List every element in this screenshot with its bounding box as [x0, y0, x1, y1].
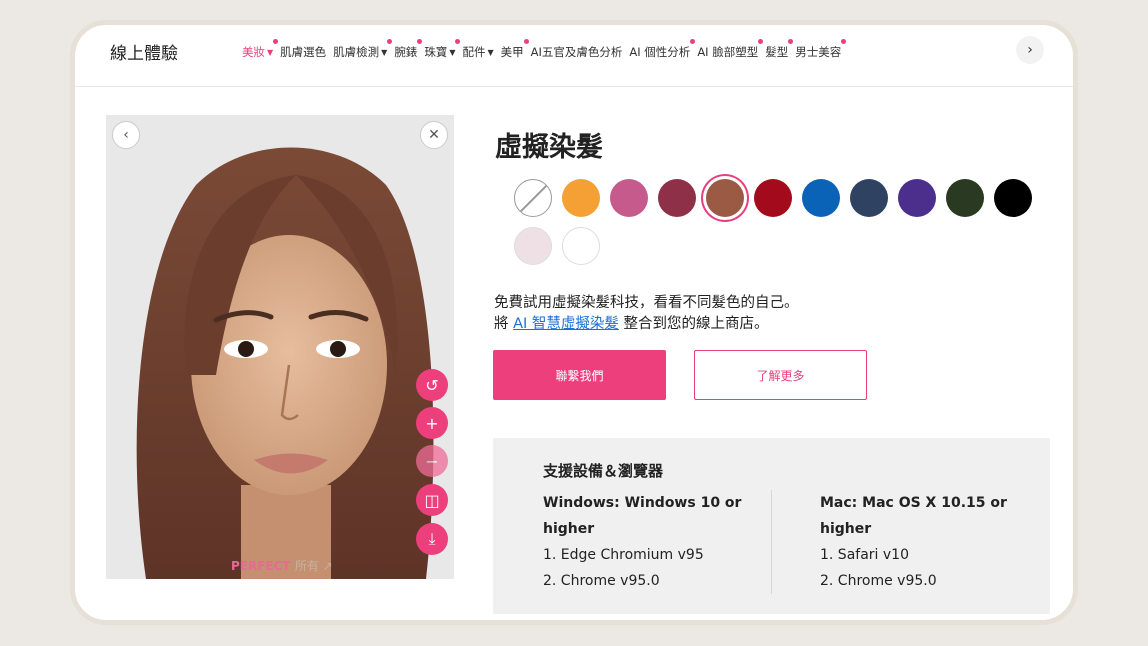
reset-icon: ↺: [425, 375, 439, 395]
download-icon: ⤓: [428, 529, 436, 548]
close-icon: ✕: [428, 127, 440, 143]
new-indicator-dot: [788, 39, 794, 44]
zoom-out-button[interactable]: −: [416, 445, 448, 477]
nav-item[interactable]: AI 個性分析: [629, 39, 696, 60]
color-swatch[interactable]: [562, 179, 600, 217]
new-indicator-dot: [523, 39, 529, 44]
color-swatch[interactable]: [658, 179, 696, 217]
chevron-left-icon: ‹: [123, 127, 129, 143]
zoom-in-icon: +: [425, 413, 439, 433]
color-swatch[interactable]: [610, 179, 648, 217]
nav-item-label: AI五官及膚色分析: [530, 45, 623, 59]
back-button[interactable]: ‹: [112, 121, 140, 149]
windows-browser-1: 1. Edge Chromium v95: [543, 547, 704, 563]
close-button[interactable]: ✕: [420, 121, 448, 149]
color-swatch[interactable]: [898, 179, 936, 217]
mac-browser-2: 2. Chrome v95.0: [820, 573, 937, 589]
nav-item-label: 美妝: [242, 45, 265, 59]
windows-heading-1: Windows: Windows 10 or: [543, 495, 742, 511]
nav-item-label: 珠寶: [424, 45, 448, 59]
supported-devices-panel: 支援設備＆瀏覽器 Windows: Windows 10 or higher 1…: [493, 438, 1050, 614]
color-swatch[interactable]: [946, 179, 984, 217]
zoom-out-icon: −: [425, 451, 439, 471]
new-indicator-dot: [273, 39, 279, 44]
top-navigation: 線上體驗 美妝 ▼ 肌膚選色 肌膚檢測 ▼ 腕錶 珠寶 ▼ 配件 ▼ 美甲 AI五官及膚色分析 AI 個…: [75, 25, 1073, 87]
caret-down-icon: ▼: [267, 47, 274, 57]
color-swatch[interactable]: [802, 179, 840, 217]
nav-item-label: 肌膚選色: [280, 45, 327, 59]
color-swatch[interactable]: [562, 227, 600, 265]
nav-item[interactable]: 配件 ▼: [462, 44, 493, 60]
nav-item-label: AI 臉部塑型: [697, 45, 759, 59]
nav-item-label: 男士美容: [795, 45, 842, 59]
supported-devices-title: 支援設備＆瀏覽器: [543, 462, 664, 480]
new-indicator-dot: [455, 39, 461, 44]
zoom-in-button[interactable]: +: [416, 407, 448, 439]
nav-item[interactable]: 珠寶 ▼: [424, 39, 461, 60]
watermark-brand: PERFECT: [231, 559, 291, 573]
nav-item[interactable]: 肌膚選色: [280, 44, 326, 60]
compare-button[interactable]: ◫: [416, 484, 448, 516]
caret-down-icon: ▼: [381, 47, 388, 57]
page-title: 虛擬染髮: [495, 132, 603, 163]
model-photo: [106, 115, 454, 579]
nav-next-button[interactable]: ›: [1016, 36, 1044, 64]
nav-item[interactable]: 腕錶: [394, 39, 423, 60]
chevron-right-icon: ›: [1027, 42, 1033, 58]
description: 免費試用虛擬染髮科技，看看不同髮色的自己。 將 AI 智慧虛擬染髮 整合到您的線…: [494, 293, 799, 335]
nav-item-label: AI 個性分析: [629, 45, 691, 59]
brand-watermark: PERFECT 所有 ↗: [231, 557, 333, 574]
learn-more-button[interactable]: 了解更多: [694, 350, 867, 400]
nav-item[interactable]: 肌膚檢測 ▼: [333, 39, 393, 60]
new-indicator-dot: [387, 39, 393, 44]
brand-title: 線上體驗: [110, 44, 178, 64]
nav-item[interactable]: 美妝 ▼: [242, 39, 279, 60]
mac-browser-1: 1. Safari v10: [820, 547, 909, 563]
nav-item-label: 美甲: [500, 45, 524, 59]
color-swatch[interactable]: [754, 179, 792, 217]
page-frame: 線上體驗 美妝 ▼ 肌膚選色 肌膚檢測 ▼ 腕錶 珠寶 ▼ 配件 ▼ 美甲 AI五官及膚色分析 AI 個…: [70, 20, 1078, 625]
reset-button[interactable]: ↺: [416, 369, 448, 401]
no-color-swatch[interactable]: [514, 179, 552, 217]
ai-hair-color-link[interactable]: AI 智慧虛擬染髮: [513, 316, 619, 332]
nav-item-label: 肌膚檢測: [333, 45, 380, 59]
caret-down-icon: ▼: [449, 47, 456, 57]
nav-item[interactable]: AI五官及膚色分析: [531, 44, 623, 60]
try-on-photo-panel: ‹ ✕ ↺ + − ◫ ⤓ PERFECT 所有 ↗: [106, 115, 454, 579]
compare-icon: ◫: [424, 490, 440, 510]
new-indicator-dot: [690, 39, 696, 44]
new-indicator-dot: [417, 39, 423, 44]
nav-item-label: 腕錶: [394, 45, 418, 59]
description-suffix: 整合到您的線上商店。: [618, 316, 769, 332]
mac-support: Mac: Mac OS X 10.15 or higher 1. Safari …: [820, 490, 1007, 594]
windows-support: Windows: Windows 10 or higher 1. Edge Ch…: [543, 490, 741, 594]
color-swatch[interactable]: [994, 179, 1032, 217]
color-swatch[interactable]: [706, 179, 744, 217]
contact-us-button[interactable]: 聯繫我們: [493, 350, 666, 400]
nav-menu: 美妝 ▼ 肌膚選色 肌膚檢測 ▼ 腕錶 珠寶 ▼ 配件 ▼ 美甲 AI五官及膚色分析 AI 個性分析 AI…: [242, 39, 848, 60]
description-prefix: 將: [494, 316, 514, 332]
nav-item-label: 髮型: [765, 45, 789, 59]
new-indicator-dot: [841, 39, 847, 44]
nav-item[interactable]: 男士美容: [795, 39, 847, 60]
watermark-suffix: 所有 ↗: [294, 559, 333, 573]
nav-item[interactable]: AI 臉部塑型: [697, 39, 764, 60]
new-indicator-dot: [758, 39, 764, 44]
color-swatch[interactable]: [850, 179, 888, 217]
caret-down-icon: ▼: [487, 47, 494, 57]
color-swatch[interactable]: [514, 227, 552, 265]
nav-item[interactable]: 髮型: [765, 39, 794, 60]
windows-browser-2: 2. Chrome v95.0: [543, 573, 660, 589]
windows-heading-2: higher: [543, 521, 595, 537]
mac-heading-1: Mac: Mac OS X 10.15 or: [820, 495, 1007, 511]
column-divider: [771, 490, 772, 594]
mac-heading-2: higher: [820, 521, 872, 537]
description-line-1: 免費試用虛擬染髮科技，看看不同髮色的自己。: [494, 295, 799, 311]
description-line-2: 將 AI 智慧虛擬染髮 整合到您的線上商店。: [494, 314, 799, 335]
nav-item[interactable]: 美甲: [500, 39, 529, 60]
nav-item-label: 配件: [462, 45, 486, 59]
download-button[interactable]: ⤓: [416, 523, 448, 555]
